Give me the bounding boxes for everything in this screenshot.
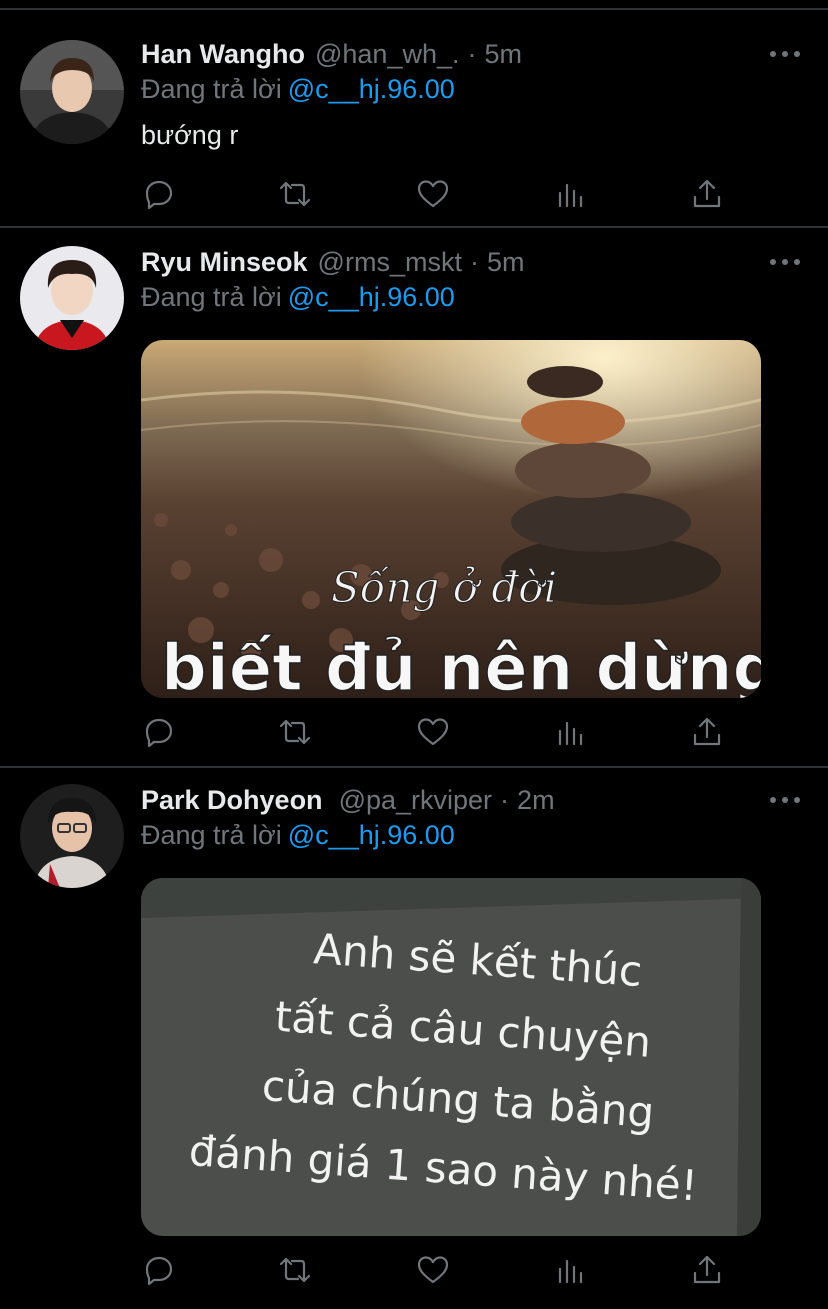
- separator-dot: ·: [469, 246, 479, 277]
- replying-to-link[interactable]: @c__hj.96.00: [288, 74, 455, 104]
- user-handle[interactable]: @rms_mskt: [318, 247, 462, 278]
- tweet-image[interactable]: Sống ở đời biết đủ nên dừng: [141, 340, 761, 698]
- quote-sign-image: Anh sẽ kết thúc tất cả câu chuyện của ch…: [141, 878, 761, 1236]
- replying-to: Đang trả lời @c__hj.96.00: [141, 74, 455, 105]
- share-icon[interactable]: [689, 176, 725, 212]
- tweet-ryu-minseok[interactable]: Ryu Minseok @rms_mskt · 5m Đang trả lời @…: [0, 228, 828, 768]
- tweet-park-dohyeon[interactable]: Park Dohyeon @pa_rkviper · 2m Đang trả l…: [0, 768, 828, 1309]
- retweet-icon[interactable]: [277, 714, 313, 750]
- avatar[interactable]: [20, 40, 124, 144]
- reply-icon[interactable]: [141, 176, 177, 212]
- like-icon[interactable]: [415, 714, 451, 750]
- avatar[interactable]: [20, 784, 124, 888]
- like-icon[interactable]: [415, 1252, 451, 1288]
- replying-to-label: Đang trả lời: [141, 820, 282, 850]
- replying-to-label: Đang trả lời: [141, 282, 282, 312]
- display-name[interactable]: Park Dohyeon: [141, 785, 323, 816]
- tweet-header: Ryu Minseok @rms_mskt · 5m: [141, 244, 758, 280]
- more-icon[interactable]: [770, 788, 800, 812]
- tweet-header: Han Wangho @han_wh_. · 5m: [141, 36, 758, 72]
- more-icon[interactable]: [770, 42, 800, 66]
- analytics-icon[interactable]: [553, 1252, 589, 1288]
- user-handle[interactable]: @han_wh_.: [315, 39, 460, 70]
- tweet-actions: [141, 1252, 741, 1292]
- timestamp[interactable]: 5m: [485, 39, 523, 70]
- avatar-image: [20, 784, 124, 888]
- more-icon[interactable]: [770, 250, 800, 274]
- avatar-image: [20, 40, 124, 144]
- replying-to-link[interactable]: @c__hj.96.00: [288, 820, 455, 850]
- replying-to: Đang trả lời @c__hj.96.00: [141, 820, 455, 851]
- like-icon[interactable]: [415, 176, 451, 212]
- tweet-image[interactable]: Anh sẽ kết thúc tất cả câu chuyện của ch…: [141, 878, 761, 1236]
- timestamp[interactable]: 2m: [517, 785, 555, 816]
- tweet-han-wangho[interactable]: Han Wangho @han_wh_. · 5m Đang trả lời @c…: [0, 10, 828, 228]
- tweet-text: bướng r: [141, 120, 239, 150]
- retweet-icon[interactable]: [277, 176, 313, 212]
- separator-dot: ·: [467, 38, 477, 69]
- tweet-actions: [141, 714, 741, 754]
- replying-to-link[interactable]: @c__hj.96.00: [288, 282, 455, 312]
- replying-to: Đang trả lời @c__hj.96.00: [141, 282, 455, 313]
- user-handle[interactable]: @pa_rkviper: [339, 785, 492, 816]
- stone-stack-image: Sống ở đời biết đủ nên dừng: [141, 340, 761, 698]
- share-icon[interactable]: [689, 1252, 725, 1288]
- share-icon[interactable]: [689, 714, 725, 750]
- avatar[interactable]: [20, 246, 124, 350]
- analytics-icon[interactable]: [553, 176, 589, 212]
- tweet-actions: [141, 176, 741, 216]
- separator-dot: ·: [500, 784, 510, 815]
- tweet-header: Park Dohyeon @pa_rkviper · 2m: [141, 782, 758, 818]
- image-caption-line2: biết đủ nên dừng: [161, 632, 761, 698]
- display-name[interactable]: Ryu Minseok: [141, 247, 308, 278]
- avatar-image: [20, 246, 124, 350]
- image-caption-line1: Sống ở đời: [331, 563, 557, 612]
- retweet-icon[interactable]: [277, 1252, 313, 1288]
- display-name[interactable]: Han Wangho: [141, 39, 305, 70]
- analytics-icon[interactable]: [553, 714, 589, 750]
- timestamp[interactable]: 5m: [487, 247, 525, 278]
- replying-to-label: Đang trả lời: [141, 74, 282, 104]
- reply-icon[interactable]: [141, 1252, 177, 1288]
- reply-icon[interactable]: [141, 714, 177, 750]
